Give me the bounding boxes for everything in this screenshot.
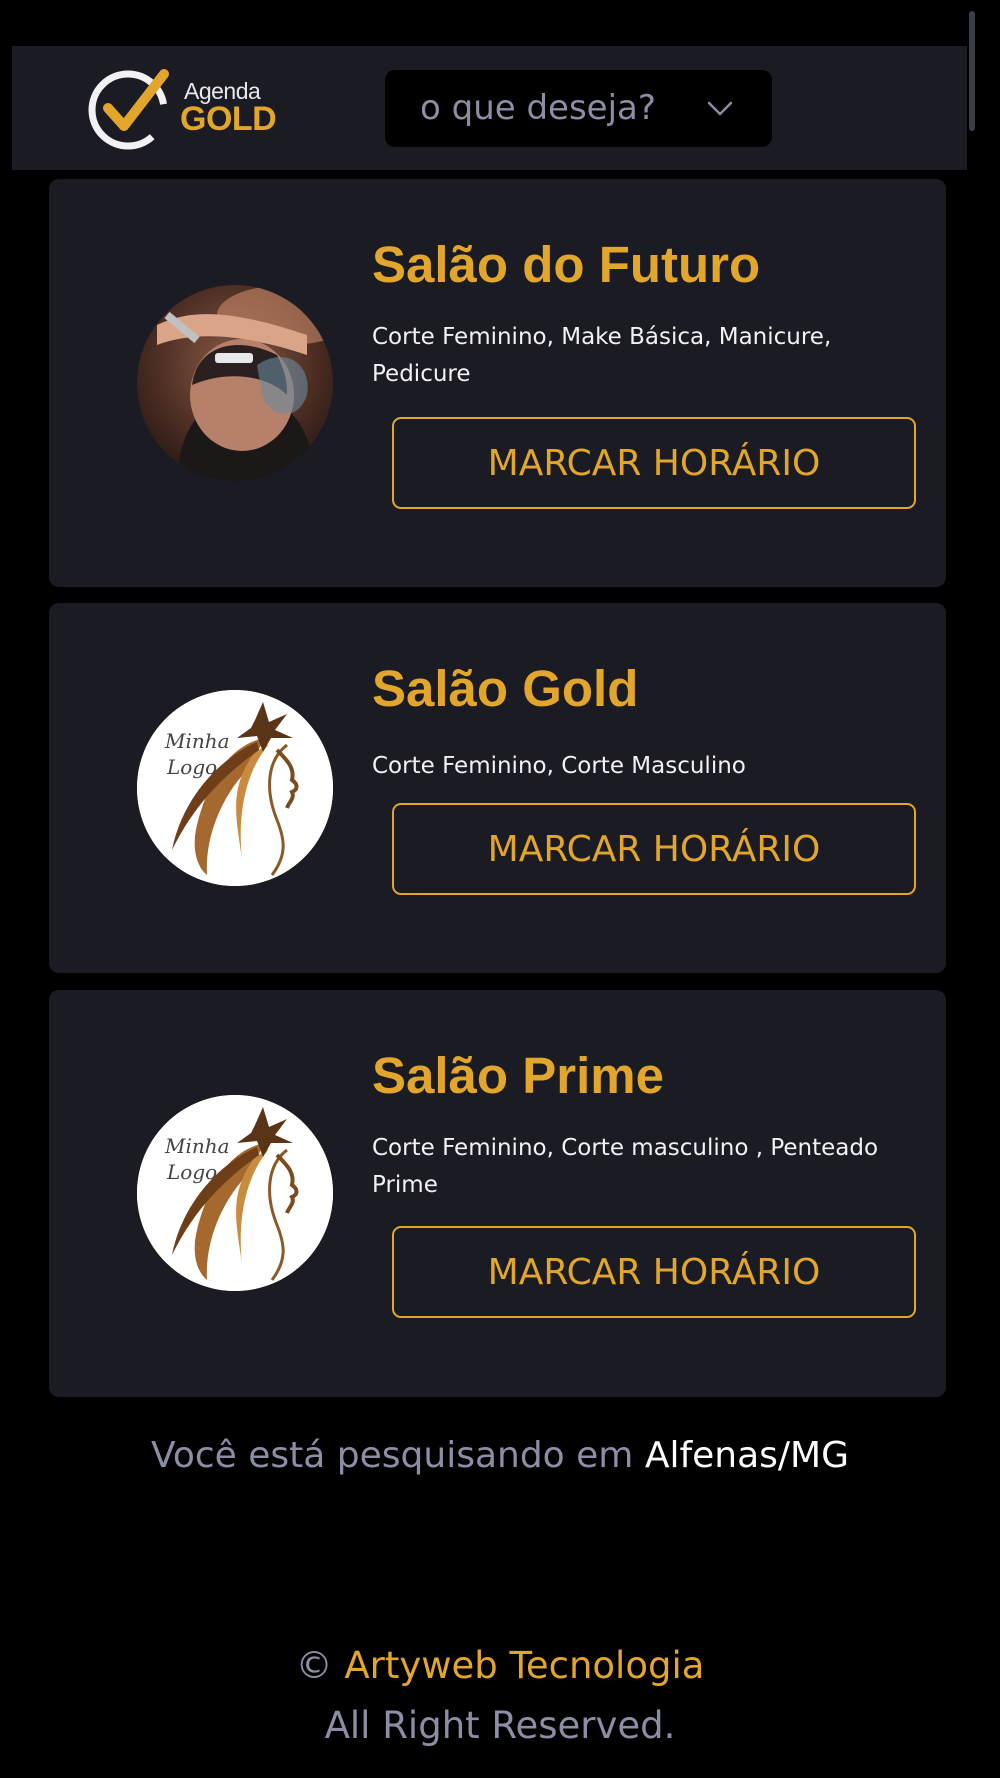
logo-word-gold: GOLD: [180, 100, 277, 138]
salon-name: Salão Gold: [372, 660, 639, 717]
hair-woman-logo-icon: Minha Logo: [137, 690, 333, 886]
service-select[interactable]: o que deseja?: [385, 70, 772, 147]
top-header: Agenda GOLD o que deseja?: [12, 46, 967, 170]
svg-text:Minha: Minha: [164, 1134, 230, 1158]
book-appointment-button[interactable]: MARCAR HORÁRIO: [392, 803, 916, 895]
barber-photo-image: [137, 285, 333, 481]
svg-text:Logo: Logo: [166, 755, 217, 779]
salon-avatar-photo: [137, 285, 333, 481]
search-location-text: Você está pesquisando em Alfenas/MG: [0, 1435, 1000, 1476]
service-select-label: o que deseja?: [420, 88, 656, 128]
checkmark-logo-icon: [88, 69, 169, 150]
chevron-down-icon: [707, 101, 733, 116]
search-location-city[interactable]: Alfenas/MG: [645, 1435, 849, 1476]
salon-card: Minha Logo Salão Gold Corte Feminino, Co…: [49, 603, 946, 973]
scrollbar[interactable]: [969, 11, 975, 131]
salon-services: Corte Feminino, Corte Masculino: [372, 753, 746, 779]
company-link[interactable]: Artyweb Tecnologia: [344, 1644, 704, 1687]
hair-woman-logo-icon: Minha Logo: [137, 1095, 333, 1291]
salon-services: Corte Feminino, Make Básica, Manicure, P…: [372, 324, 832, 387]
salon-avatar-logo: Minha Logo: [137, 1095, 333, 1291]
salon-name: Salão do Futuro: [372, 236, 761, 293]
svg-text:Logo: Logo: [166, 1160, 217, 1184]
salon-card: Salão do Futuro Corte Feminino, Make Bás…: [49, 179, 946, 587]
book-appointment-button[interactable]: MARCAR HORÁRIO: [392, 417, 916, 509]
page: Agenda GOLD o que deseja? Salão do Futur…: [0, 0, 1000, 1778]
salon-card: Minha Logo Salão Prime Corte Feminino, C…: [49, 990, 946, 1397]
search-location-prefix: Você está pesquisando em: [151, 1435, 634, 1476]
agenda-gold-logo[interactable]: Agenda GOLD: [86, 64, 286, 154]
salon-avatar-logo: Minha Logo: [137, 690, 333, 886]
salon-services: Corte Feminino, Corte masculino , Pentea…: [372, 1135, 879, 1198]
book-appointment-button[interactable]: MARCAR HORÁRIO: [392, 1226, 916, 1318]
rights-text: All Right Reserved.: [324, 1704, 676, 1747]
svg-text:Minha: Minha: [164, 729, 230, 753]
copyright-symbol: ©: [295, 1644, 333, 1687]
footer: © Artyweb Tecnologia All Right Reserved.: [0, 1636, 1000, 1756]
salon-name: Salão Prime: [372, 1047, 664, 1104]
